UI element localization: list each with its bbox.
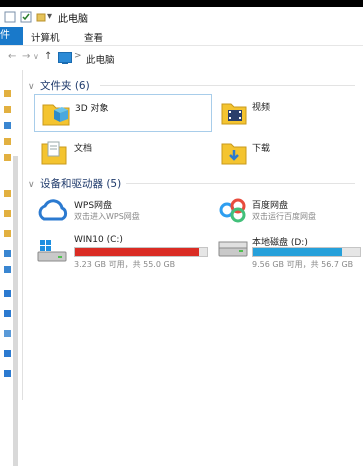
folder-label: 文档 — [74, 144, 93, 154]
device-label: 百度网盘 — [252, 201, 289, 211]
drive-label: WIN10 (C:) — [74, 235, 123, 245]
recent-locations-button[interactable]: ∨ — [33, 52, 39, 61]
device-subtitle: 双击进入WPS网盘 — [74, 212, 140, 221]
new-folder-icon[interactable] — [36, 11, 46, 23]
folder-item-downloads[interactable]: 下载 — [216, 135, 346, 171]
nav-folder-icon[interactable] — [4, 90, 11, 97]
3d-objects-icon — [41, 99, 71, 127]
drive-space: 3.23 GB 可用，共 55.0 GB — [74, 260, 176, 269]
folder-item-3d-objects[interactable]: 3D 对象 — [34, 94, 212, 132]
device-subtitle: 双击运行百度网盘 — [252, 212, 316, 221]
folder-item-videos[interactable]: 视频 — [216, 94, 346, 130]
drive-usage-fill — [75, 248, 200, 256]
drive-space: 9.56 GB 可用，共 56.7 GB — [252, 260, 354, 269]
nav-drive-icon[interactable] — [4, 290, 11, 297]
folder-label: 3D 对象 — [75, 104, 109, 114]
folder-label: 视频 — [252, 103, 271, 113]
baidu-netdisk-icon — [218, 197, 248, 223]
chevron-down-icon[interactable]: ∨ — [28, 180, 40, 190]
breadcrumb-this-pc[interactable]: 此电脑 — [86, 52, 115, 66]
nav-download-icon[interactable] — [4, 122, 11, 129]
drive-usage-fill — [253, 248, 342, 256]
nav-folder-icon[interactable] — [4, 210, 11, 217]
forward-button[interactable]: → — [22, 51, 30, 62]
system-drive-icon — [36, 238, 68, 264]
video-folder-icon — [220, 98, 248, 126]
drive-item-d[interactable]: 本地磁盘 (D:) 9.56 GB 可用，共 56.7 GB — [216, 232, 361, 272]
tab-file[interactable]: 件 — [0, 27, 23, 45]
device-item-baidu[interactable]: 百度网盘 双击运行百度网盘 — [216, 195, 356, 227]
address-bar: ← → ∨ ↑ > 此电脑 — [0, 49, 363, 67]
folder-item-documents[interactable]: 文档 — [34, 135, 210, 171]
section-header-devices[interactable]: ∨ 设备和驱动器 (5) — [28, 176, 121, 191]
section-divider — [100, 85, 355, 86]
breadcrumb-separator: > — [74, 51, 82, 61]
title-bar: ▾ 此电脑 — [0, 7, 363, 27]
nav-drive-icon[interactable] — [4, 370, 11, 377]
local-disk-icon — [218, 240, 248, 262]
device-label: WPS网盘 — [74, 201, 113, 211]
computer-icon — [58, 52, 72, 64]
drive-usage-bar — [74, 247, 208, 257]
section-header-folders[interactable]: ∨ 文件夹 (6) — [28, 78, 90, 93]
section-title-folders: 文件夹 (6) — [40, 80, 90, 92]
properties-check-icon[interactable] — [20, 11, 32, 23]
nav-network-icon[interactable] — [4, 330, 11, 337]
tab-view[interactable]: 查看 — [84, 30, 103, 44]
navigation-pane[interactable] — [0, 70, 23, 466]
up-button[interactable]: ↑ — [44, 51, 52, 62]
documents-folder-icon — [40, 138, 68, 166]
nav-computer-icon[interactable] — [4, 266, 11, 273]
section-divider — [126, 183, 355, 184]
quick-access-icon[interactable] — [4, 11, 16, 23]
nav-folder-icon[interactable] — [4, 138, 11, 145]
folder-label: 下载 — [252, 144, 271, 154]
nav-folder-icon[interactable] — [4, 154, 11, 161]
nav-drive-icon[interactable] — [4, 350, 11, 357]
drive-item-c[interactable]: WIN10 (C:) 3.23 GB 可用，共 55.0 GB — [34, 232, 210, 272]
nav-drive-icon[interactable] — [4, 310, 11, 317]
device-item-wps[interactable]: WPS网盘 双击进入WPS网盘 — [34, 195, 210, 227]
nav-cloud-icon[interactable] — [4, 250, 11, 257]
tab-computer[interactable]: 计算机 — [31, 30, 60, 44]
section-title-devices: 设备和驱动器 (5) — [40, 178, 122, 190]
ribbon: 件 计算机 查看 — [0, 27, 363, 46]
back-button[interactable]: ← — [8, 51, 16, 62]
top-edge-bar — [0, 0, 363, 7]
wps-cloud-icon — [36, 197, 70, 223]
downloads-folder-icon — [220, 138, 248, 168]
nav-folder-icon[interactable] — [4, 230, 11, 237]
chevron-down-icon[interactable]: ∨ — [28, 82, 40, 92]
navigation-scrollbar[interactable] — [13, 156, 18, 466]
nav-folder-icon[interactable] — [4, 190, 11, 197]
customize-quick-access-icon[interactable]: ▾ — [47, 11, 52, 23]
drive-usage-bar — [252, 247, 361, 257]
window-title: 此电脑 — [58, 14, 88, 25]
nav-folder-icon[interactable] — [4, 106, 11, 113]
